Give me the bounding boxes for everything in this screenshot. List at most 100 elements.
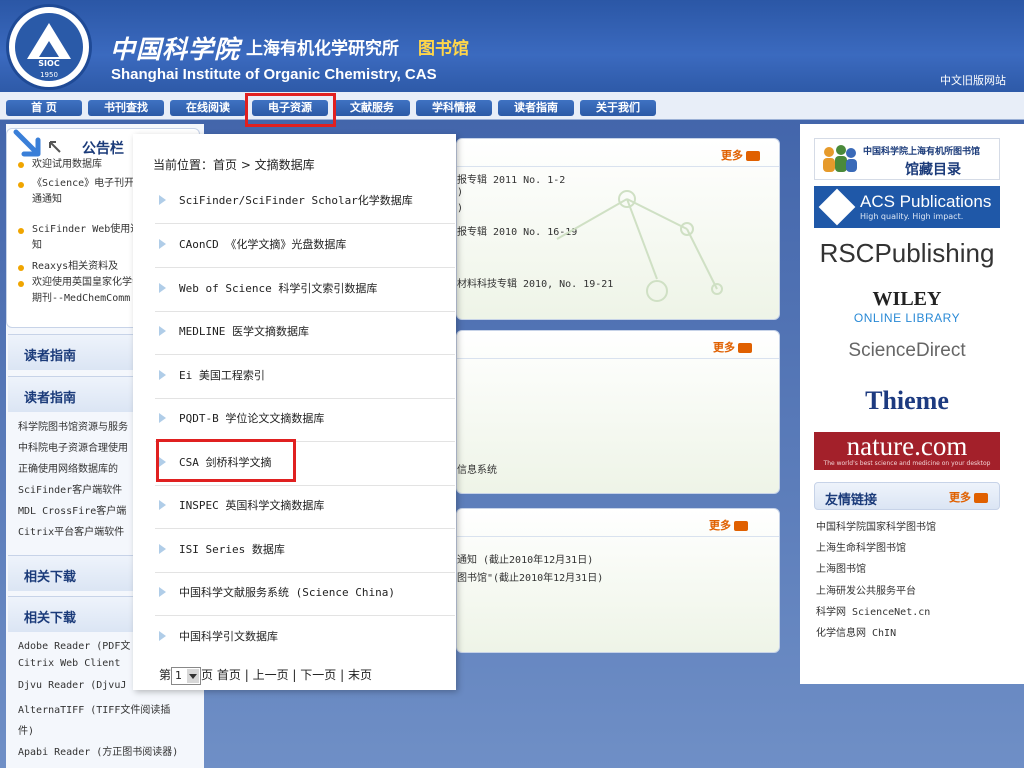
db-item-web-of-science[interactable]: Web of Science 科学引文索引数据库	[155, 268, 455, 312]
guide-link[interactable]: Citrix平台客户端软件	[18, 523, 124, 538]
db-item-label: INSPEC 英国科学文摘数据库	[179, 499, 325, 512]
nav-about-us[interactable]: 关于我们	[580, 100, 656, 116]
db-item-caoncd[interactable]: CAonCD 《化学文摘》光盘数据库	[155, 224, 455, 268]
next-page-link[interactable]: 下一页	[300, 668, 336, 682]
more-icon	[738, 343, 752, 353]
news-line[interactable]: 信息系统	[457, 461, 497, 476]
more-link[interactable]: 更多	[709, 517, 748, 533]
logo-year: 1950	[40, 71, 58, 79]
sioc-logo[interactable]: SIOC 1950	[6, 4, 92, 90]
nature-link[interactable]: nature.com The world's best science and …	[814, 432, 1000, 470]
friend-link[interactable]: 化学信息网 ChIN	[816, 624, 896, 639]
panel-header: 更多	[457, 331, 779, 359]
db-item-label: MEDLINE 医学文摘数据库	[179, 325, 309, 338]
guide-link[interactable]: SciFinder客户端软件	[18, 481, 122, 496]
download-link[interactable]: Citrix Web Client	[18, 658, 120, 669]
nav-doc-services[interactable]: 文献服务	[334, 100, 410, 116]
triangle-bullet-icon	[159, 413, 166, 423]
friend-links-head: 友情链接 更多	[814, 482, 1000, 510]
pager-prefix: 第	[159, 668, 172, 682]
old-site-link[interactable]: 中文旧版网站	[940, 72, 1006, 88]
friend-link[interactable]: 中国科学院国家科学图书馆	[816, 518, 936, 533]
nav-reader-guide[interactable]: 读者指南	[498, 100, 574, 116]
nav-online-reading[interactable]: 在线阅读	[170, 100, 246, 116]
more-icon	[974, 493, 988, 503]
db-item-medline[interactable]: MEDLINE 医学文摘数据库	[155, 311, 455, 355]
thieme-link[interactable]: Thieme	[814, 386, 1000, 422]
triangle-bullet-icon	[159, 195, 166, 205]
notice-item[interactable]: 欢迎试用数据库	[32, 157, 142, 173]
guide-link[interactable]: 科学院图书馆资源与服务	[18, 418, 128, 433]
library-catalog-link[interactable]: 中国科学院上海有机所图书馆 馆藏目录	[814, 138, 1000, 180]
db-item-label: 中国科学文献服务系统 (Science China)	[179, 586, 395, 599]
friend-link[interactable]: 上海研发公共服务平台	[816, 582, 916, 597]
chevron-down-icon	[187, 668, 200, 683]
more-icon	[746, 151, 760, 161]
db-item-science-china[interactable]: 中国科学文献服务系统 (Science China)	[155, 572, 455, 616]
news-panel-1: 更多 报专辑 2011 No. 1-2 ) ) 报专辑 2010 No. 16-…	[456, 138, 780, 320]
db-item-isi-series[interactable]: ISI Series 数据库	[155, 529, 455, 573]
wiley-subtitle: ONLINE LIBRARY	[853, 311, 961, 325]
more-link[interactable]: 更多	[721, 147, 760, 163]
triangle-bullet-icon	[159, 631, 166, 641]
db-item-ei[interactable]: Ei 美国工程索引	[155, 355, 455, 399]
news-panel-2: 更多 信息系统	[456, 330, 780, 494]
db-item-label: Ei 美国工程索引	[179, 369, 265, 382]
db-item-scifinder[interactable]: SciFinder/SciFinder Scholar化学数据库	[155, 180, 455, 224]
cas-title-cn: 中国科学院	[110, 35, 241, 64]
reader-guide-title: 读者指南	[24, 349, 77, 364]
triangle-bullet-icon	[159, 370, 166, 380]
more-link[interactable]: 更多	[949, 489, 988, 505]
people-icon	[823, 145, 857, 172]
download-link[interactable]: Djvu Reader (DjvuJ	[18, 680, 126, 691]
acs-publications-link[interactable]: ACS Publications High quality. High impa…	[814, 186, 1000, 228]
friend-link[interactable]: 上海图书馆	[816, 560, 866, 575]
db-item-cscd[interactable]: 中国科学引文数据库	[155, 616, 455, 660]
more-link[interactable]: 更多	[713, 339, 752, 355]
page-select[interactable]: 1	[171, 666, 202, 685]
triangle-bullet-icon	[159, 544, 166, 554]
nature-tagline: The world's best science and medicine on…	[823, 460, 991, 467]
db-item-label: SciFinder/SciFinder Scholar化学数据库	[179, 194, 413, 207]
main-nav: 首 页 书刊查找 在线阅读 电子资源 文献服务 学科情报 读者指南 关于我们	[0, 92, 1024, 120]
downloads-title: 相关下载	[24, 570, 77, 585]
nav-subject-intel[interactable]: 学科情报	[416, 100, 492, 116]
nav-home[interactable]: 首 页	[6, 100, 82, 116]
db-item-inspec[interactable]: INSPEC 英国科学文摘数据库	[155, 485, 455, 529]
friend-link[interactable]: 科学网 ScienceNet.cn	[816, 603, 930, 618]
notice-item[interactable]: Reaxys相关资料及	[32, 259, 142, 275]
download-link[interactable]: 件)	[18, 722, 34, 737]
download-link[interactable]: Adobe Reader (PDF文	[18, 637, 130, 652]
acs-tagline: High quality. High impact.	[860, 212, 964, 221]
friend-link[interactable]: 上海生命科学图书馆	[816, 539, 906, 554]
db-item-label: 中国科学引文数据库	[179, 630, 278, 643]
guide-link[interactable]: 正确使用网络数据库的	[18, 460, 118, 475]
last-page-link[interactable]: 末页	[348, 668, 372, 682]
triangle-bullet-icon	[159, 500, 166, 510]
notice-item[interactable]: 《Science》电子刊开通通知	[32, 176, 142, 208]
wiley-online-link[interactable]: WILEY ONLINE LIBRARY	[814, 288, 1000, 328]
news-line[interactable]: 图书馆"(截止2010年12月31日)	[457, 569, 603, 584]
nav-book-search[interactable]: 书刊查找	[88, 100, 164, 116]
db-item-pqdt[interactable]: PQDT-B 学位论文文摘数据库	[155, 398, 455, 442]
acs-name: ACS Publications	[860, 192, 992, 211]
download-link[interactable]: AlternaTIFF (TIFF文件阅读插	[18, 701, 170, 716]
db-item-label: Web of Science 科学引文索引数据库	[179, 282, 378, 295]
notice-item[interactable]: 欢迎使用英国皇家化学会期刊--MedChemComm	[32, 275, 142, 307]
pager-separator: |	[292, 668, 297, 682]
notice-item[interactable]: SciFinder Web使用通知	[32, 222, 142, 254]
downloads-title: 相关下载	[24, 611, 77, 626]
notice-title: 公告栏	[82, 141, 124, 157]
triangle-bullet-icon	[159, 587, 166, 597]
download-link[interactable]: Apabi Reader (方正图书阅读器)	[18, 743, 178, 758]
triangle-bullet-icon	[159, 283, 166, 293]
sciencedirect-link[interactable]: ScienceDirect	[814, 340, 1000, 370]
first-page-link[interactable]: 首页	[217, 668, 241, 682]
news-line[interactable]: 通知 (截止2010年12月31日)	[457, 551, 593, 566]
guide-link[interactable]: 中科院电子资源合理使用	[18, 439, 128, 454]
database-list-panel: 当前位置：首页 > 文摘数据库 SciFinder/SciFinder Scho…	[133, 134, 456, 690]
prev-page-link[interactable]: 上一页	[253, 668, 289, 682]
guide-link[interactable]: MDL CrossFire客户端	[18, 502, 126, 517]
bullet-icon	[18, 228, 24, 234]
rsc-publishing-link[interactable]: RSCPublishing	[814, 238, 1000, 272]
